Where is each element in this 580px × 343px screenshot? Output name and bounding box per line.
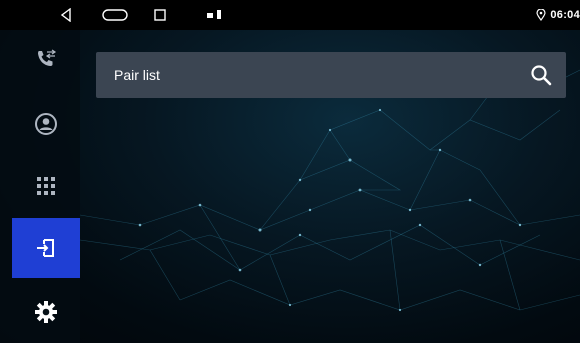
- sidebar: [0, 30, 80, 343]
- sidebar-item-contacts[interactable]: [12, 94, 80, 154]
- pair-list-search-bar[interactable]: Pair list: [96, 52, 566, 98]
- settings-icon: [35, 301, 57, 323]
- call-log-icon: [38, 49, 57, 66]
- search-icon[interactable]: [530, 64, 552, 86]
- sidebar-item-pair-list[interactable]: [12, 218, 80, 278]
- sidebar-item-settings[interactable]: [12, 282, 80, 342]
- status-right: 06:04: [470, 0, 580, 30]
- location-icon: [536, 9, 546, 21]
- search-label: Pair list: [114, 67, 160, 83]
- notification-icon: [200, 0, 230, 30]
- back-icon[interactable]: [54, 0, 78, 30]
- pair-list-icon: [37, 239, 54, 257]
- status-bar: 06:04: [0, 0, 580, 30]
- dialpad-icon: [37, 177, 55, 195]
- contacts-icon: [35, 113, 57, 135]
- sidebar-item-dialpad[interactable]: [12, 156, 80, 216]
- home-icon[interactable]: [100, 0, 130, 30]
- sidebar-item-call-log[interactable]: [12, 30, 80, 90]
- clock: 06:04: [550, 9, 580, 21]
- recents-icon[interactable]: [150, 0, 170, 30]
